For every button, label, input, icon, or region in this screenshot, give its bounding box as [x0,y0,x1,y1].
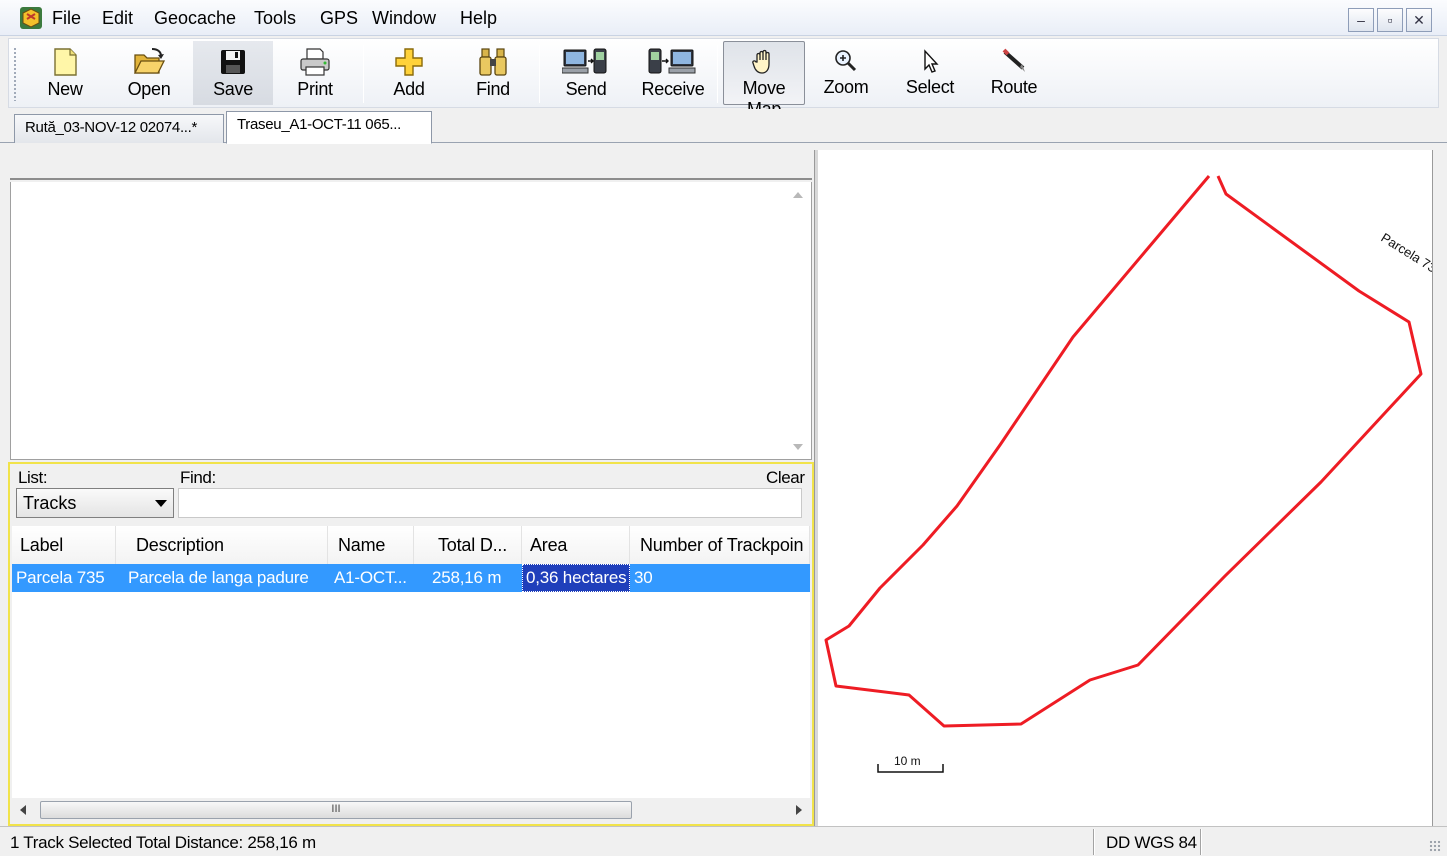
map-canvas[interactable]: Parcela 735 10 m [818,150,1433,826]
track-polyline[interactable] [824,175,1423,728]
open-folder-icon [133,48,166,74]
minimize-button[interactable]: – [1348,8,1374,32]
list-type-value: Tracks [23,493,77,513]
find-input[interactable] [178,488,802,518]
menu-bar: File Edit Geocache Tools GPS Window Help… [0,0,1447,36]
scroll-thumb[interactable]: III [40,801,632,819]
select-label: Select [905,77,955,97]
printer-icon [300,48,330,76]
toolbar-separator [539,45,540,103]
menu-help[interactable]: Help [456,8,501,29]
new-button[interactable]: New [33,41,97,105]
route-label: Route [990,77,1038,97]
hand-pan-icon [752,49,770,74]
menu-tools[interactable]: Tools [250,8,300,29]
status-separator [1093,829,1095,855]
binoculars-icon [479,48,507,76]
toolbar-separator [363,45,364,103]
find-button[interactable]: Find [459,41,527,105]
find-label: Find [476,79,510,99]
list-type-select[interactable]: Tracks [16,488,174,518]
zoom-label: Zoom [823,77,869,97]
print-label: Print [297,79,333,99]
details-header [10,150,812,180]
document-tabs: Rută_03-NOV-12 02074...* Traseu_A1-OCT-1… [0,109,1447,144]
move-map-button[interactable]: Move Map [723,41,805,119]
receive-from-gps-icon [648,48,696,74]
column-header-trackpoints[interactable]: Number of Trackpoin [630,526,810,564]
scroll-up-icon[interactable] [793,192,803,198]
status-datum: DD WGS 84 [1106,833,1197,852]
chevron-down-icon [155,500,167,507]
send-to-gps-icon [562,48,607,74]
menu-gps[interactable]: GPS [316,8,362,29]
track-label: Parcela 735 [1378,230,1433,279]
scroll-left-icon[interactable] [20,805,26,815]
route-pencil-icon [1002,48,1025,72]
column-header-area[interactable]: Area [522,526,630,564]
toolbar: New Open Save Print Add Find Send Receiv… [8,38,1439,119]
app-icon [20,7,42,29]
zoom-magnifier-icon [835,50,857,72]
toolbar-separator [717,45,718,103]
new-label: New [47,79,83,99]
add-label: Add [393,79,425,99]
list-panel: List: Find: Clear Tracks Label Descripti… [8,462,814,826]
list-label: List: [18,468,48,487]
add-button[interactable]: Add [375,41,443,105]
menu-file[interactable]: File [48,8,85,29]
menu-edit[interactable]: Edit [98,8,137,29]
send-button[interactable]: Send [551,41,621,105]
resize-grip[interactable] [1429,840,1441,852]
tab-route[interactable]: Rută_03-NOV-12 02074...* [14,114,224,143]
add-plus-icon [395,48,423,76]
menu-window[interactable]: Window [368,8,440,29]
cell-description: Parcela de langa padure [128,568,309,587]
save-label: Save [213,79,253,99]
cell-label: Parcela 735 [16,568,105,587]
menu-geocache[interactable]: Geocache [150,8,240,29]
send-label: Send [565,79,607,99]
new-document-icon [54,48,77,76]
column-header-name[interactable]: Name [328,526,414,564]
select-arrow-icon [924,49,939,73]
column-header-total-distance[interactable]: Total D... [414,526,522,564]
cell-total-distance: 258,16 m [432,568,502,587]
zoom-button[interactable]: Zoom [811,41,881,105]
scroll-right-icon[interactable] [796,805,802,815]
scale-bar: 10 m [877,754,944,773]
receive-button[interactable]: Receive [633,41,713,105]
details-pane [10,182,812,460]
select-button[interactable]: Select [895,41,965,105]
cell-trackpoints: 30 [634,568,653,587]
map-view[interactable]: Parcela 735 10 m [818,150,1433,826]
tab-track[interactable]: Traseu_A1-OCT-11 065... [226,111,432,144]
column-header-description[interactable]: Description [116,526,328,564]
details-vertical-scrollbar[interactable] [789,186,807,456]
close-button[interactable]: ✕ [1406,8,1432,32]
route-button[interactable]: Route [979,41,1049,105]
clear-link[interactable]: Clear [766,468,805,488]
save-disk-icon [221,50,245,74]
cell-area[interactable]: 0,36 hectares [522,564,630,592]
table-horizontal-scrollbar[interactable]: III [12,798,810,822]
table-row[interactable]: Parcela 735 Parcela de langa padure A1-O… [12,564,810,592]
receive-label: Receive [641,79,705,99]
scroll-down-icon[interactable] [793,444,803,450]
column-header-label[interactable]: Label [12,526,116,564]
toolbar-grip[interactable] [13,47,17,101]
find-field-label: Find: [180,468,216,487]
scale-label: 10 m [894,754,921,768]
print-button[interactable]: Print [281,41,349,105]
open-label: Open [127,79,171,99]
status-separator [1200,829,1202,855]
cell-name: A1-OCT... [334,568,407,587]
save-button[interactable]: Save [193,41,273,105]
restore-button[interactable]: ▫ [1377,8,1403,32]
status-bar: 1 Track Selected Total Distance: 258,16 … [0,826,1447,856]
tracks-table: Label Description Name Total D... Area N… [12,526,810,798]
status-text: 1 Track Selected Total Distance: 258,16 … [10,833,316,852]
open-button[interactable]: Open [113,41,185,105]
